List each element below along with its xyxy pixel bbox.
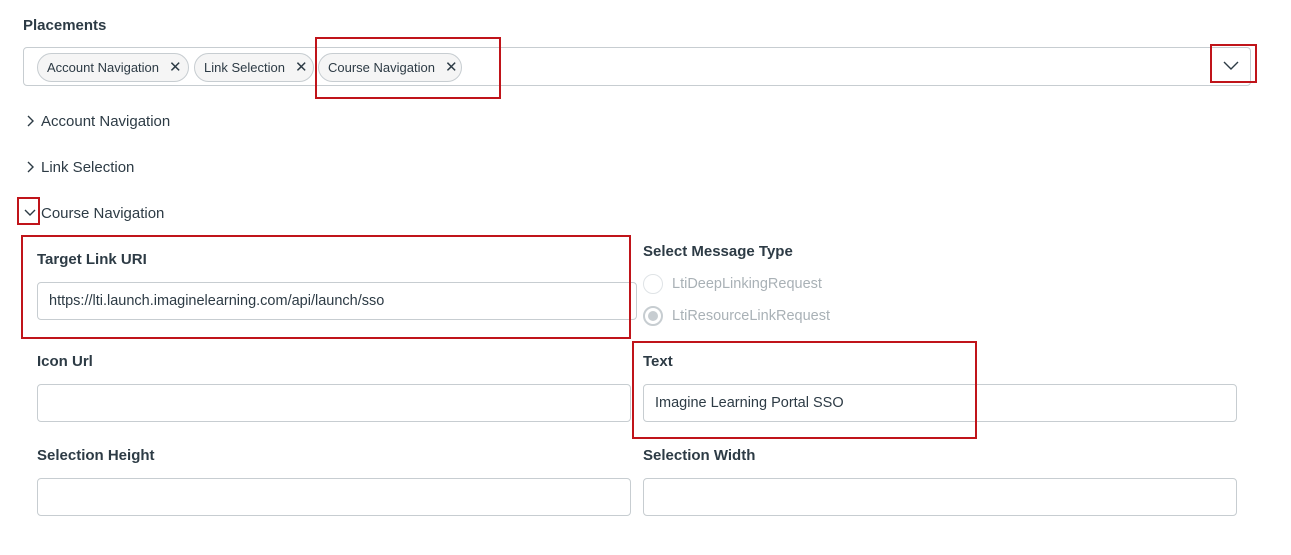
placements-label: Placements	[23, 17, 107, 34]
close-icon[interactable]: ✕	[169, 60, 182, 75]
radio-option-resource-link[interactable]: LtiResourceLinkRequest	[643, 306, 830, 326]
chevron-down-icon	[1223, 61, 1239, 70]
target-link-uri-label: Target Link URI	[37, 251, 147, 268]
toggle-link-selection[interactable]: Link Selection	[23, 156, 134, 178]
text-label: Text	[643, 353, 673, 370]
section-label: Account Navigation	[41, 112, 171, 130]
chevron-down-icon	[21, 209, 39, 217]
radio-option-deep-linking[interactable]: LtiDeepLinkingRequest	[643, 274, 822, 294]
close-icon[interactable]: ✕	[445, 60, 458, 75]
tag-account-navigation: Account Navigation ✕	[37, 53, 189, 82]
toggle-course-navigation[interactable]: Course Navigation	[21, 202, 164, 224]
chevron-right-icon	[23, 161, 39, 173]
tag-label: Course Navigation	[328, 60, 435, 75]
selection-width-label: Selection Width	[643, 447, 756, 464]
selection-width-input[interactable]	[643, 478, 1237, 516]
target-link-uri-input[interactable]: https://lti.launch.imaginelearning.com/a…	[37, 282, 637, 320]
chevron-right-icon	[23, 115, 39, 127]
radio-label: LtiResourceLinkRequest	[672, 308, 830, 324]
tag-course-navigation: Course Navigation ✕	[318, 53, 462, 82]
icon-url-label: Icon Url	[37, 353, 93, 370]
text-value: Imagine Learning Portal SSO	[655, 395, 844, 411]
close-icon[interactable]: ✕	[295, 60, 308, 75]
text-input[interactable]: Imagine Learning Portal SSO	[643, 384, 1237, 422]
message-type-label: Select Message Type	[643, 243, 793, 260]
tag-label: Account Navigation	[47, 60, 160, 75]
selection-height-input[interactable]	[37, 478, 631, 516]
icon-url-input[interactable]	[37, 384, 631, 422]
tag-label: Link Selection	[204, 60, 285, 75]
section-label: Link Selection	[41, 158, 135, 176]
placements-dropdown-button[interactable]	[1212, 48, 1250, 84]
selection-height-label: Selection Height	[37, 447, 155, 464]
section-label: Course Navigation	[41, 204, 165, 222]
radio-label: LtiDeepLinkingRequest	[672, 276, 822, 292]
radio-button-selected[interactable]	[643, 306, 663, 326]
toggle-account-navigation[interactable]: Account Navigation	[23, 110, 170, 132]
target-link-uri-value: https://lti.launch.imaginelearning.com/a…	[49, 293, 385, 309]
radio-button[interactable]	[643, 274, 663, 294]
tag-link-selection: Link Selection ✕	[194, 53, 314, 82]
